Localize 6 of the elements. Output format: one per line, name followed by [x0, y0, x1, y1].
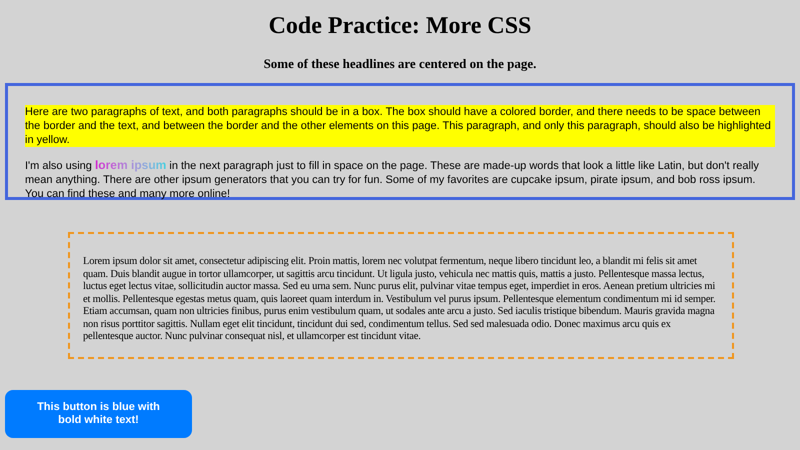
- subtitle: Some of these headlines are centered on the page.: [262, 56, 538, 72]
- lorem-paragraph: Lorem ipsum dolor sit amet, consectetur adipiscing elit. Proin mattis, lorem nec volutpat fermentum, neque libero tincidunt leo, a blandit mi felis sit amet quam. Duis blandit augue in tortor ullamcorper, ut sagittis arcu tincidunt. Ut ligula justo, vehicula nec mattis quis, mattis a justo. Pellentesque massa lectus, luctus eget lectus vitae, sollicitudin auctor massa. Sed eu urna sem. Nunc purus elit, pulvinar vitae tempus eget, imperdiet in eros. Aenean pretium ultricies mi et mollis. Pellentesque egestas metus quam, quis laoreet quam interdum in. Vestibulum vel purus ipsum. Pellentesque elementum condimentum mi id semper. Etiam accumsan, quam non ultricies finibus, purus enim vestibulum quam, ut sodales ante arcu a justo. Sed iaculis tristique bibendum. Mauris gravida magna non risus porttitor sagittis. Nullam eget elit tincidunt, tincidunt dui sed, condimentum tellus. Sed sed malesuada odio. Donec maximus arcu quis ex pellentesque auctor. Nunc pulvinar consequat nisl, et ullamcorper est tincidunt vitae.: [83, 256, 716, 344]
- paragraph: I'm also using lorem ipsum in the next paragraph just to fill in space on the page. These are made-up words that look a little like Latin, but don't really mean anything. There are other ipsum generators that you can try for fun. Some of my favorites are cupcake ipsum, pirate ipsum, and bob ross ipsum. You can find these and many more online!: [25, 158, 760, 201]
- page-title: Code Practice: More CSS: [268, 12, 532, 40]
- action-button[interactable]: This button is blue with bold white text!: [5, 390, 192, 438]
- highlighted-paragraph: Here are two paragraphs of text, and both paragraphs should be in a box. The box should have a colored border, and there needs to be space between the border and the text, and between the border and the other elements on this page. This paragraph, and only this paragraph, should also be highlighted in yellow.: [25, 105, 775, 147]
